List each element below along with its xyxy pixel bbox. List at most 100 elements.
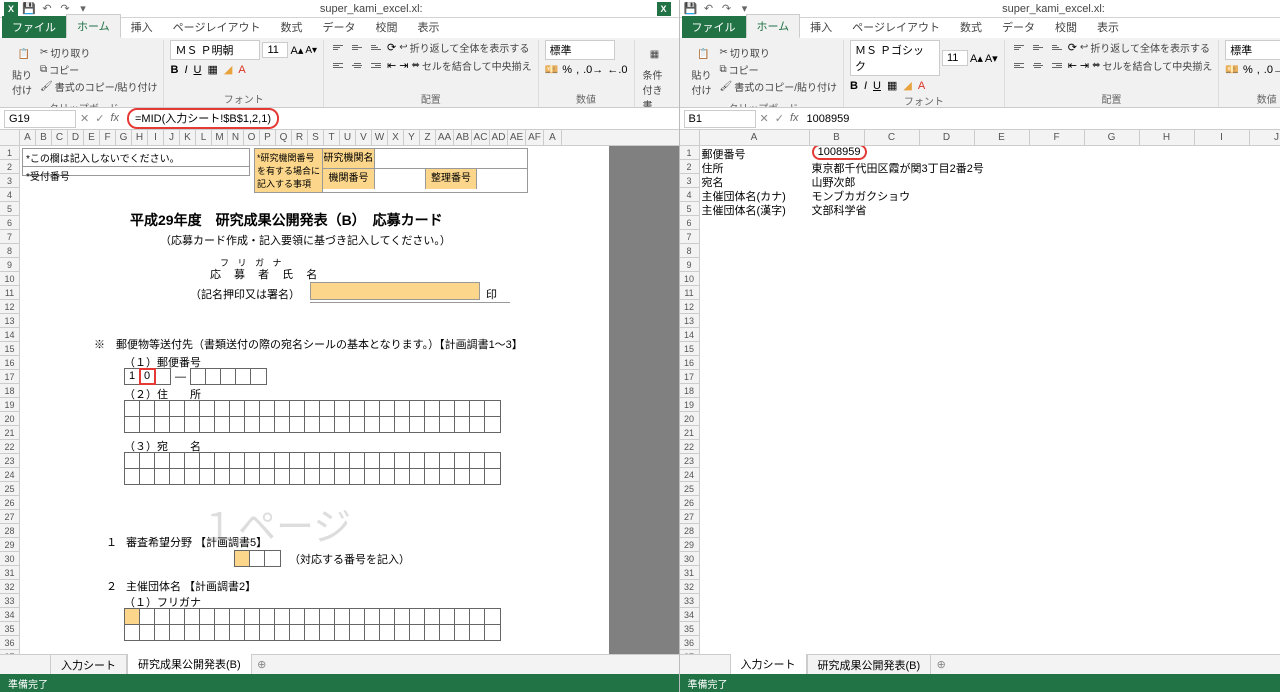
accounting-format-icon[interactable]: 💴	[545, 63, 559, 76]
tab-file[interactable]: ファイル	[2, 16, 66, 38]
row-header[interactable]: 33	[680, 594, 699, 608]
select-all-corner[interactable]	[0, 130, 20, 145]
row-header[interactable]: 14	[680, 328, 699, 342]
tab-review[interactable]: 校閲	[1045, 16, 1087, 38]
col-header[interactable]: A	[20, 130, 36, 145]
paste-button[interactable]: 📋 貼り付け	[10, 40, 38, 99]
comma-format-icon[interactable]: ,	[576, 64, 579, 76]
add-sheet-button[interactable]: ⊕	[252, 657, 272, 673]
orientation-icon[interactable]: ⟳	[387, 41, 396, 54]
indent-increase-icon[interactable]: ⇥	[399, 59, 408, 72]
row-header[interactable]: 14	[0, 328, 19, 342]
col-header[interactable]: V	[356, 130, 372, 145]
copy-button[interactable]: ⧉コピー	[40, 62, 157, 77]
bold-button[interactable]: B	[170, 64, 178, 76]
undo-icon[interactable]: ↶	[702, 2, 716, 16]
row-header[interactable]: 25	[0, 482, 19, 496]
row-header[interactable]: 27	[0, 510, 19, 524]
align-top-icon[interactable]	[1011, 41, 1027, 55]
row-header[interactable]: 32	[0, 580, 19, 594]
col-header[interactable]: AC	[472, 130, 490, 145]
row-header[interactable]: 21	[680, 426, 699, 440]
col-header[interactable]: W	[372, 130, 388, 145]
row-header[interactable]: 34	[680, 608, 699, 622]
row-header[interactable]: 1	[680, 146, 699, 160]
row-header[interactable]: 4	[680, 188, 699, 202]
font-color-button[interactable]: A	[238, 64, 245, 76]
row-header[interactable]: 34	[0, 608, 19, 622]
align-top-icon[interactable]	[330, 41, 346, 55]
align-left-icon[interactable]	[330, 59, 346, 73]
col-header[interactable]: E	[84, 130, 100, 145]
worksheet-area[interactable]: 1234567891011121314151617181920212223242…	[0, 146, 679, 654]
col-header[interactable]: F	[100, 130, 116, 145]
row-header[interactable]: 10	[680, 272, 699, 286]
col-header[interactable]: A	[700, 130, 810, 145]
percent-format-icon[interactable]: %	[1243, 64, 1253, 76]
col-header[interactable]: B	[810, 130, 865, 145]
row-header[interactable]: 13	[0, 314, 19, 328]
col-header[interactable]: O	[244, 130, 260, 145]
row-header[interactable]: 6	[0, 216, 19, 230]
font-size-select[interactable]: 11	[942, 50, 968, 66]
tab-insert[interactable]: 挿入	[121, 16, 163, 38]
tab-layout[interactable]: ページレイアウト	[163, 16, 271, 38]
row-header[interactable]: 18	[0, 384, 19, 398]
font-name-select[interactable]: ＭＳ Ｐゴシック	[850, 40, 940, 76]
row-header[interactable]: 19	[0, 398, 19, 412]
align-center-icon[interactable]	[1030, 59, 1046, 73]
col-header[interactable]: AF	[526, 130, 544, 145]
cut-button[interactable]: ✂切り取り	[720, 45, 837, 60]
fx-icon[interactable]: fx	[790, 112, 799, 125]
merge-center-button[interactable]: ⬌セルを結合して中央揃え	[411, 58, 531, 73]
enter-icon[interactable]: ✓	[95, 112, 104, 125]
tab-layout[interactable]: ページレイアウト	[842, 16, 950, 38]
accounting-format-icon[interactable]: 💴	[1225, 63, 1239, 76]
tab-insert[interactable]: 挿入	[800, 16, 842, 38]
col-header[interactable]: E	[975, 130, 1030, 145]
underline-button[interactable]: U	[194, 64, 202, 76]
row-header[interactable]: 26	[0, 496, 19, 510]
col-header[interactable]: C	[52, 130, 68, 145]
save-icon[interactable]: 💾	[22, 2, 36, 16]
number-format-select[interactable]: 標準	[1225, 40, 1280, 60]
row-header[interactable]: 12	[680, 300, 699, 314]
row-header[interactable]: 10	[0, 272, 19, 286]
row-header[interactable]: 4	[0, 188, 19, 202]
col-header[interactable]: I	[1195, 130, 1250, 145]
copy-button[interactable]: ⧉コピー	[720, 62, 837, 77]
row-header[interactable]: 7	[0, 230, 19, 244]
row-header[interactable]: 36	[0, 636, 19, 650]
row-header[interactable]: 18	[680, 384, 699, 398]
row-header[interactable]: 6	[680, 216, 699, 230]
align-middle-icon[interactable]	[349, 41, 365, 55]
col-header[interactable]: AD	[490, 130, 508, 145]
col-header[interactable]: L	[196, 130, 212, 145]
indent-decrease-icon[interactable]: ⇤	[1068, 59, 1077, 72]
sheet-tab-input[interactable]: 入力シート	[730, 653, 807, 676]
underline-button[interactable]: U	[873, 80, 881, 92]
row-header[interactable]: 26	[680, 496, 699, 510]
col-header[interactable]: I	[148, 130, 164, 145]
col-header[interactable]: G	[116, 130, 132, 145]
align-middle-icon[interactable]	[1030, 41, 1046, 55]
tab-data[interactable]: データ	[312, 16, 365, 38]
row-header[interactable]: 21	[0, 426, 19, 440]
cut-button[interactable]: ✂切り取り	[40, 45, 157, 60]
format-painter-button[interactable]: 🖌書式のコピー/貼り付け	[720, 79, 837, 94]
conditional-format-button[interactable]: ▦条件付き書	[641, 40, 669, 108]
merge-center-button[interactable]: ⬌セルを結合して中央揃え	[1092, 58, 1212, 73]
cancel-icon[interactable]: ✕	[80, 112, 89, 125]
col-header[interactable]: J	[164, 130, 180, 145]
col-header[interactable]: H	[132, 130, 148, 145]
col-header[interactable]: Y	[404, 130, 420, 145]
row-header[interactable]: 13	[680, 314, 699, 328]
row-header[interactable]: 12	[0, 300, 19, 314]
row-header[interactable]: 28	[680, 524, 699, 538]
tab-review[interactable]: 校閲	[365, 16, 407, 38]
row-header[interactable]: 23	[0, 454, 19, 468]
col-header[interactable]: H	[1140, 130, 1195, 145]
increase-decimal-icon[interactable]: .0→	[1264, 64, 1280, 76]
align-left-icon[interactable]	[1011, 59, 1027, 73]
row-header[interactable]: 31	[680, 566, 699, 580]
